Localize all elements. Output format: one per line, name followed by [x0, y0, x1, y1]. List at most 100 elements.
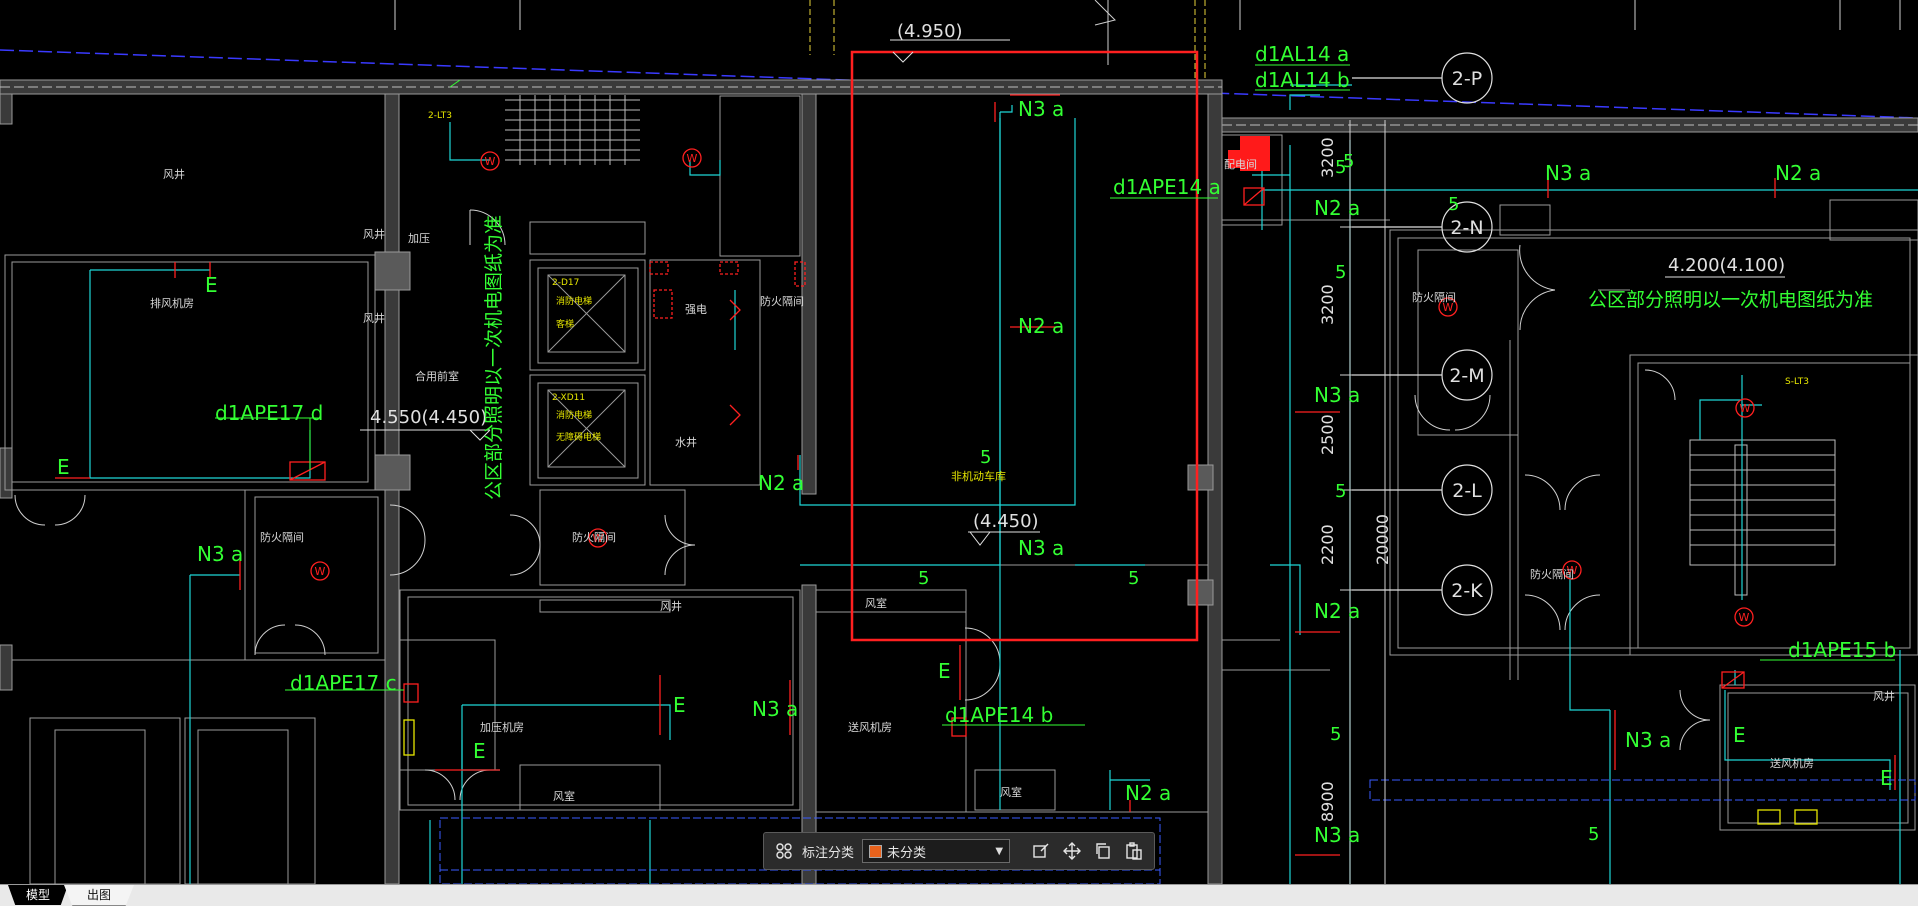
svg-text:防火隔间: 防火隔间 [1530, 567, 1574, 581]
svg-text:2-LT3: 2-LT3 [428, 111, 452, 121]
label-d1AL14a: d1AL14 a [1255, 42, 1349, 66]
svg-text:防火隔间: 防火隔间 [572, 530, 616, 544]
label-d1APE14b: d1APE14 b [945, 703, 1053, 727]
axis-bubble-labels: 2-P 2-N 2-M 2-L 2-K [1449, 68, 1484, 602]
move-icon[interactable] [1060, 839, 1084, 863]
grid-icon[interactable] [772, 839, 796, 863]
chevron-down-icon: ▼ [995, 845, 1004, 857]
label-N3a-r5: N3 a [1625, 728, 1671, 752]
label-E-1: E [205, 273, 218, 297]
svg-text:5: 5 [1128, 568, 1139, 589]
label-E-3: E [673, 693, 686, 717]
svg-text:5: 5 [1335, 262, 1346, 283]
svg-text:5: 5 [980, 447, 991, 468]
label-N3a-core: N3 a [752, 697, 798, 721]
axis-2-M: 2-M [1449, 365, 1484, 387]
category-label: 标注分类 [802, 845, 855, 861]
axis-2-K: 2-K [1451, 580, 1483, 602]
label-d1APE17d: d1APE17 d [215, 401, 323, 425]
annotation-toolbar: 标注分类 未分类 ▼ [763, 832, 1155, 870]
category-color-swatch [869, 844, 883, 858]
svg-text:配电间: 配电间 [1224, 158, 1257, 171]
svg-text:风井: 风井 [660, 599, 682, 613]
label-N2a-right-top: N2 a [1775, 161, 1821, 185]
svg-text:W: W [315, 565, 326, 578]
axis-2-N: 2-N [1450, 217, 1483, 239]
svg-text:排风机房: 排风机房 [150, 296, 194, 310]
green-leaders [215, 64, 1895, 726]
svg-text:无障碍电梯: 无障碍电梯 [556, 431, 601, 443]
svg-text:风井: 风井 [363, 227, 385, 241]
svg-text:防火隔间: 防火隔间 [760, 294, 804, 308]
circuit-labels: d1AL14 a d1AL14 b d1APE14 a d1APE14 b d1… [57, 42, 1896, 847]
category-select[interactable]: 未分类 ▼ [862, 839, 1011, 863]
svg-text:风井: 风井 [163, 167, 185, 181]
label-N2a-bottom: N2 a [1125, 781, 1171, 805]
label-N3a-right-top: N3 a [1545, 161, 1591, 185]
dim-20000: 20000 [1373, 514, 1392, 565]
edit-icon[interactable] [1029, 839, 1053, 863]
yellow-guide-lines [809, 0, 1206, 82]
elevation-4450: (4.450) [973, 511, 1039, 532]
svg-text:风室: 风室 [553, 789, 575, 803]
svg-text:防火隔间: 防火隔间 [260, 530, 304, 544]
svg-text:加压机房: 加压机房 [480, 720, 524, 734]
svg-text:W: W [1740, 402, 1751, 415]
svg-text:合用前室: 合用前室 [415, 369, 459, 383]
label-N3a-r4: N3 a [1314, 823, 1360, 847]
label-N3a-center: N3 a [1018, 536, 1064, 560]
tab-layout[interactable]: 出图 [64, 885, 134, 906]
svg-text:风井: 风井 [363, 311, 385, 325]
label-d1APE17c: d1APE17 c [290, 671, 397, 695]
svg-text:5: 5 [1343, 151, 1354, 172]
svg-text:送风机房: 送风机房 [848, 720, 892, 734]
label-N3a-left: N3 a [197, 542, 243, 566]
label-E-6: E [1733, 723, 1746, 747]
dim-2500: 2500 [1318, 414, 1337, 455]
svg-text:风室: 风室 [865, 596, 887, 610]
room-bike-parking: 非机动车库 [951, 469, 1006, 483]
cad-drawing-viewport[interactable]: WW WW WW WW 2-P 2-N 2-M 2-L 2-K 3200 320… [0, 0, 1918, 884]
svg-text:消防电梯: 消防电梯 [556, 295, 592, 307]
elevation-text: (4.950) 4.550(4.450) (4.450) 4.200(4.100… [370, 21, 1785, 532]
svg-text:2-D17: 2-D17 [552, 278, 579, 288]
category-selected-value: 未分类 [887, 845, 927, 861]
paste-icon[interactable] [1122, 839, 1146, 863]
svg-text:5: 5 [918, 568, 929, 589]
svg-text:消防电梯: 消防电梯 [556, 409, 592, 421]
label-d1APE15b: d1APE15 b [1788, 638, 1896, 662]
elevation-4950: (4.950) [897, 21, 963, 42]
label-N3a-top: N3 a [1018, 97, 1064, 121]
label-E-4: E [473, 739, 486, 763]
svg-text:W: W [485, 155, 496, 168]
svg-text:强电: 强电 [685, 303, 707, 316]
elevation-marks [360, 39, 1785, 546]
label-N3a-r2: N3 a [1314, 383, 1360, 407]
label-E-5: E [938, 659, 951, 683]
note-vertical: 公区部分照明以一次机电图纸为准 [483, 215, 505, 500]
svg-text:送风机房: 送风机房 [1770, 756, 1814, 770]
axis-2-P: 2-P [1452, 68, 1482, 90]
svg-text:W: W [1739, 611, 1750, 624]
copy-icon[interactable] [1091, 839, 1115, 863]
elevation-4550: 4.550(4.450) [370, 407, 487, 428]
svg-text:W: W [687, 152, 698, 165]
label-N2a-left: N2 a [758, 471, 804, 495]
label-d1APE14a: d1APE14 a [1113, 175, 1221, 199]
svg-text:客梯: 客梯 [556, 318, 574, 330]
label-d1AL14b: d1AL14 b [1255, 68, 1350, 92]
svg-text:加压: 加压 [408, 232, 430, 245]
background-lines [394, 0, 1901, 65]
axis-2-L: 2-L [1452, 480, 1482, 502]
label-E-7: E [1880, 766, 1893, 790]
svg-text:S-LT3: S-LT3 [1785, 377, 1809, 387]
dim-8900: 8900 [1318, 781, 1337, 822]
label-N2a-r1: N2 a [1314, 196, 1360, 220]
dimension-lines [1340, 120, 1386, 884]
label-N2a-r3: N2 a [1314, 599, 1360, 623]
svg-text:风井: 风井 [1873, 689, 1895, 703]
elevator-labels: 2-D17 消防电梯 客梯 2-XD11 消防电梯 无障碍电梯 2-LT3 S-… [428, 111, 1809, 443]
tab-model[interactable]: 模型 [8, 885, 68, 905]
dim-2200: 2200 [1318, 524, 1337, 565]
svg-text:5: 5 [1448, 194, 1459, 215]
